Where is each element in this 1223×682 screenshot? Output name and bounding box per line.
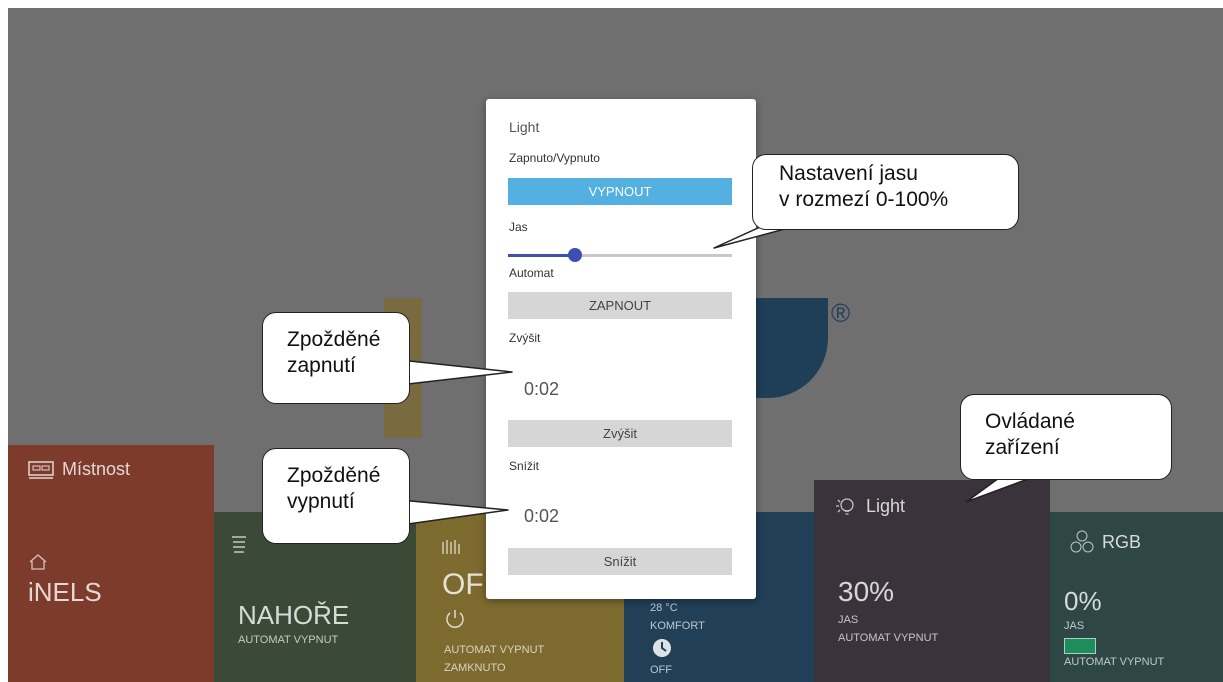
- tile-climate-mode: KOMFORT: [650, 620, 705, 632]
- power-icon: [446, 610, 464, 628]
- brightness-label: Jas: [509, 220, 528, 234]
- tile-rgb-header: RGB: [1070, 530, 1141, 554]
- callout-brightness-range: Nastavení jasu v rozmezí 0-100%: [752, 154, 1019, 230]
- tile-room-title: Místnost: [62, 459, 131, 479]
- brightness-slider[interactable]: [508, 247, 732, 263]
- tile-light-sub: JAS: [838, 614, 859, 626]
- tile-rgb-value: 0%: [1064, 586, 1102, 616]
- heater-icon: [442, 540, 460, 554]
- callout-delay-off: Zpožděné vypnutí: [262, 448, 410, 544]
- clock-icon: [653, 639, 671, 657]
- callout-delay-on-line-1: Zpožděné: [287, 328, 381, 351]
- callout-delay-on-line-2: zapnutí: [287, 354, 356, 377]
- callout-brightness-line-2: v rozmezí 0-100%: [779, 188, 949, 211]
- light-control-dialog: Light Zapnuto/Vypnuto VYPNOUT Jas Automa…: [486, 99, 756, 599]
- tile-blinds-status: AUTOMAT VYPNUT: [238, 634, 339, 646]
- tile-room[interactable]: Místnost iNELS: [8, 445, 214, 682]
- callout-delay-off-line-1: Zpožděné: [287, 464, 381, 487]
- tile-light[interactable]: Light 30% JAS AUTOMAT VYPNUT: [814, 480, 1050, 682]
- tile-rgb-sub: JAS: [1064, 620, 1085, 632]
- tile-rgb[interactable]: RGB 0% JAS AUTOMAT VYPNUT: [1050, 512, 1223, 682]
- rgb-icon: [1070, 530, 1094, 553]
- decrease-button[interactable]: Snížit: [508, 548, 732, 575]
- brightness-slider-fill: [508, 254, 576, 257]
- home-icon: [29, 554, 47, 570]
- callout-brightness-line-1: Nastavení jasu: [779, 162, 918, 185]
- callout-delay-on: Zpožděné zapnutí: [262, 312, 410, 404]
- decrease-delay-value[interactable]: 0:02: [524, 506, 559, 527]
- bulb-icon: [836, 498, 854, 515]
- tile-room-header: Místnost: [28, 459, 130, 480]
- automat-label: Automat: [509, 266, 554, 280]
- callout-devices-line-2: zařízení: [985, 436, 1060, 459]
- bed-icon: [28, 460, 54, 479]
- increase-button[interactable]: Zvýšit: [508, 420, 732, 447]
- automat-on-button[interactable]: ZAPNOUT: [508, 292, 732, 319]
- tile-climate-temp: 28 °C: [650, 602, 678, 614]
- onoff-label: Zapnuto/Vypnuto: [509, 151, 600, 165]
- logo-registered-mark: ®: [831, 298, 851, 328]
- tile-light-value: 30%: [838, 576, 895, 607]
- turn-off-button[interactable]: VYPNOUT: [508, 178, 732, 205]
- tile-room-value: iNELS: [28, 577, 102, 607]
- rgb-color-swatch[interactable]: [1064, 638, 1096, 654]
- increase-delay-value[interactable]: 0:02: [524, 379, 559, 400]
- brightness-slider-handle[interactable]: [568, 248, 583, 262]
- increase-label: Zvýšit: [509, 331, 541, 345]
- tile-rgb-title: RGB: [1102, 531, 1142, 552]
- tile-light-header: Light: [834, 494, 905, 518]
- tile-light-title: Light: [866, 495, 906, 516]
- dialog-title: Light: [509, 119, 540, 135]
- blinds-icon: [232, 536, 246, 553]
- app-screen: ® Místnost iNELS NAHOŘE AUTOMAT VYPNUT O…: [8, 8, 1223, 682]
- tile-blinds-value: NAHOŘE: [238, 600, 350, 630]
- tile-heating-status-2: ZAMKNUTO: [444, 662, 506, 674]
- tile-rgb-status: AUTOMAT VYPNUT: [1064, 656, 1165, 668]
- callout-controlled-devices: Ovládané zařízení: [960, 394, 1172, 480]
- tile-light-status: AUTOMAT VYPNUT: [838, 632, 939, 644]
- decrease-label: Snížit: [509, 459, 540, 473]
- callout-delay-off-line-2: vypnutí: [287, 490, 355, 513]
- tile-climate-state: OFF: [650, 664, 672, 676]
- tile-heating-status-1: AUTOMAT VYPNUT: [444, 644, 545, 656]
- callout-devices-line-1: Ovládané: [985, 410, 1075, 433]
